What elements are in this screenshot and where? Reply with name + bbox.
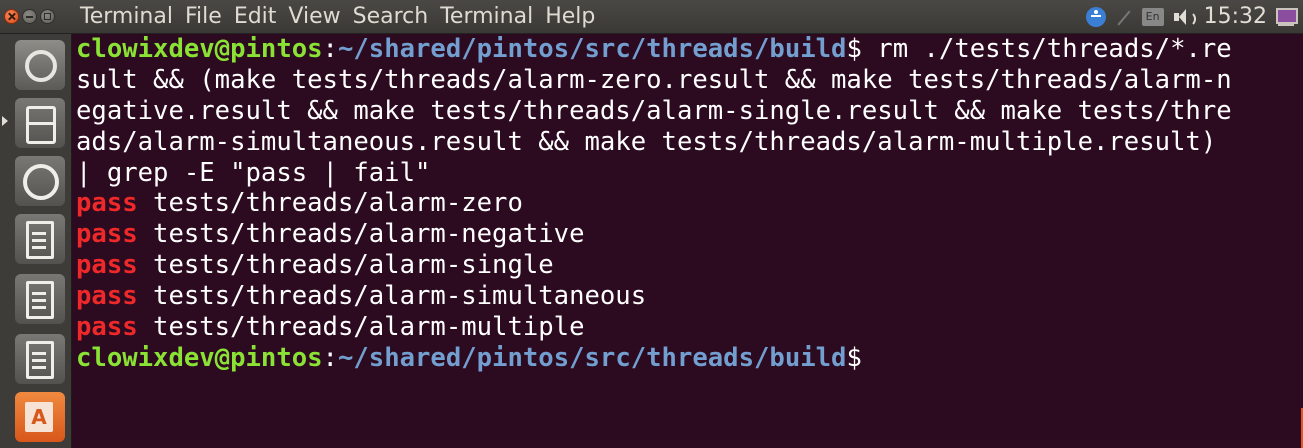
result-line: pass tests/threads/alarm-zero [76,188,1303,219]
result-line: pass tests/threads/alarm-simultaneous [76,281,1303,312]
result-line: pass tests/threads/alarm-negative [76,219,1303,250]
current-prompt-line[interactable]: clowixdev@pintos:~/shared/pintos/src/thr… [76,343,1303,374]
prompt-user-host: clowixdev@pintos [76,342,323,373]
result-test: tests/threads/alarm-negative [137,219,585,250]
minimize-window-button[interactable] [22,9,37,24]
impress-icon[interactable] [15,334,65,384]
writer-icon[interactable] [15,214,65,264]
app-title: Terminal [80,4,173,29]
top-panel: Terminal File Edit View Search Terminal … [0,0,1303,34]
command-line-1: clowixdev@pintos:~/shared/pintos/src/thr… [76,34,1303,65]
prompt-separator: : [322,34,338,64]
result-status: pass [76,281,138,312]
command-line-2: sult && (make tests/threads/alarm-zero.r… [76,64,1232,95]
terminal-area[interactable]: clowixdev@pintos:~/shared/pintos/src/thr… [72,34,1303,448]
software-center-icon[interactable] [15,392,65,442]
result-line: pass tests/threads/alarm-multiple [76,312,1303,343]
result-line: pass tests/threads/alarm-single [76,250,1303,281]
files-icon[interactable] [15,98,65,148]
running-indicator [2,116,8,126]
launcher [0,34,72,448]
command-line-4: ads/alarm-simultaneous.result && make te… [76,126,1217,157]
result-test: tests/threads/alarm-multiple [137,312,585,343]
indicator-area: En 15:32 [1085,3,1298,31]
menu-search[interactable]: Search [353,3,429,31]
result-status: pass [76,219,138,250]
result-status: pass [76,188,138,219]
command-line-3: egative.result && make tests/threads/ala… [76,95,1232,126]
ubuntu-dash-icon[interactable] [15,40,65,90]
clock[interactable]: 15:32 [1204,3,1267,31]
close-window-button[interactable] [4,9,19,24]
accessibility-icon[interactable] [1085,7,1106,27]
menu-file[interactable]: File [185,3,222,31]
network-disconnected-icon[interactable] [1114,7,1134,27]
command-line-5: | grep -E "pass | fail" [76,157,431,188]
prompt-user-host: clowixdev@pintos [76,34,323,64]
result-test: tests/threads/alarm-single [137,250,554,281]
session-menu-icon[interactable] [1275,7,1298,27]
result-test: tests/threads/alarm-zero [137,188,523,219]
menubar: Terminal File Edit View Search Terminal … [80,3,607,31]
prompt-path: ~/shared/pintos/src/threads/build [337,34,847,64]
maximize-window-button[interactable] [40,9,55,24]
prompt-symbol: $ [846,34,862,64]
sound-volume-icon[interactable] [1172,7,1196,27]
menu-help[interactable]: Help [545,3,595,31]
result-test: tests/threads/alarm-simultaneous [137,281,647,312]
firefox-icon[interactable] [15,156,65,206]
prompt-separator: : [322,342,338,373]
command-text: rm ./tests/threads/*.re [861,34,1232,64]
prompt-symbol: $ [846,342,862,373]
result-status: pass [76,250,138,281]
result-status: pass [76,312,138,343]
menu-view[interactable]: View [288,3,340,31]
menu-terminal[interactable]: Terminal [440,3,533,31]
keyboard-layout-indicator[interactable]: En [1141,8,1164,26]
prompt-path: ~/shared/pintos/src/threads/build [337,342,847,373]
menu-edit[interactable]: Edit [234,3,277,31]
calc-icon[interactable] [15,274,65,324]
